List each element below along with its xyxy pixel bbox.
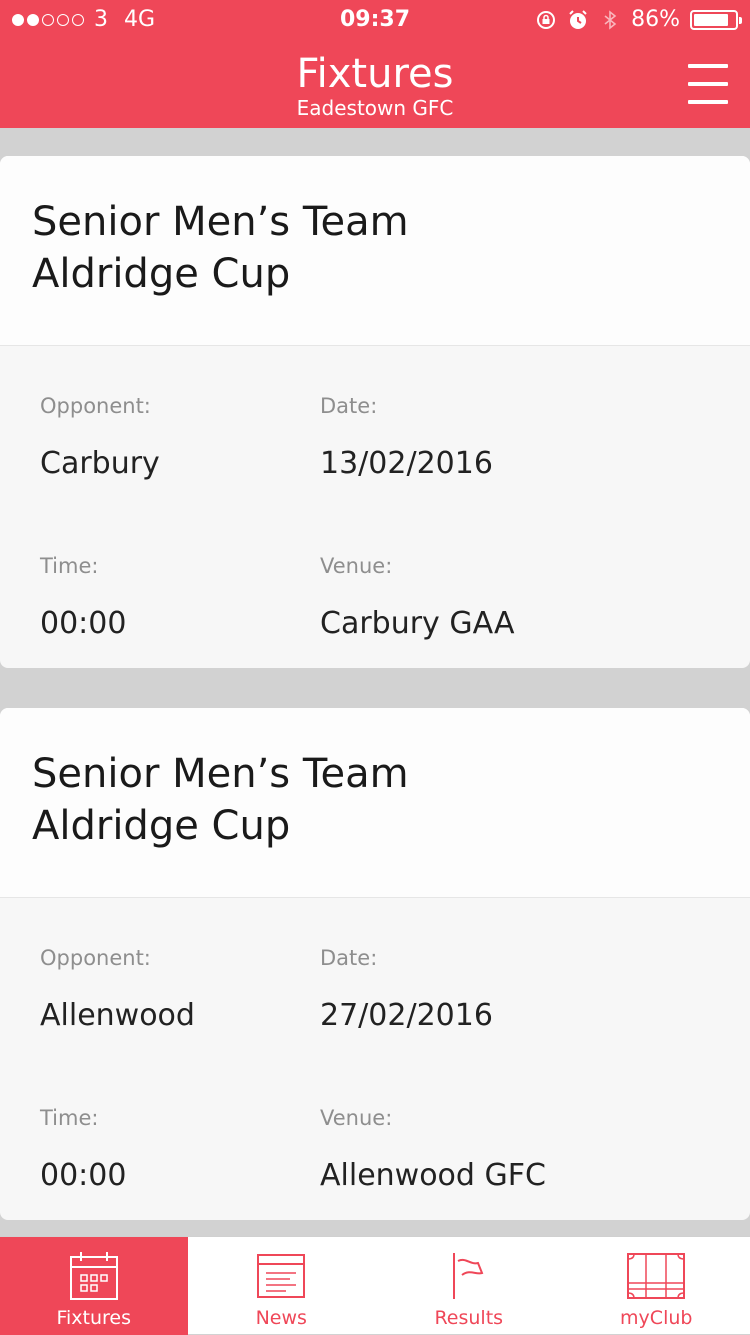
fixtures-list[interactable]: Senior Men’s Team Aldridge Cup Opponent:… <box>0 128 750 1236</box>
hamburger-menu-icon[interactable] <box>688 64 730 104</box>
rotation-lock-icon <box>535 9 557 31</box>
tab-label: Results <box>434 1307 503 1329</box>
fixture-competition: Aldridge Cup <box>32 248 718 300</box>
fixture-card[interactable]: Senior Men’s Team Aldridge Cup Opponent:… <box>0 156 750 668</box>
flag-icon <box>444 1251 494 1301</box>
fixture-card-header: Senior Men’s Team Aldridge Cup <box>0 708 750 898</box>
opponent-label: Opponent: <box>40 946 151 970</box>
opponent-value: Carbury <box>40 446 160 481</box>
tab-myclub[interactable]: myClub <box>563 1237 750 1335</box>
battery-icon <box>690 10 738 30</box>
opponent-value: Allenwood <box>40 998 195 1033</box>
tab-fixtures[interactable]: Fixtures <box>0 1237 188 1335</box>
venue-label: Venue: <box>320 1106 392 1130</box>
newspaper-icon <box>256 1251 306 1301</box>
fixture-card[interactable]: Senior Men’s Team Aldridge Cup Opponent:… <box>0 708 750 1220</box>
top-bar: 3 4G 09:37 86% Fixtures <box>0 0 750 128</box>
battery-level <box>694 14 728 26</box>
tab-news[interactable]: News <box>188 1237 376 1335</box>
fixture-team: Senior Men’s Team <box>32 748 718 800</box>
time-label: Time: <box>40 554 98 578</box>
status-bar: 3 4G 09:37 86% <box>0 0 750 40</box>
tab-label: Fixtures <box>56 1307 131 1329</box>
page-title: Fixtures <box>0 50 750 98</box>
opponent-label: Opponent: <box>40 394 151 418</box>
calendar-icon <box>69 1251 119 1301</box>
fixture-team: Senior Men’s Team <box>32 196 718 248</box>
venue-value: Carbury GAA <box>320 606 514 641</box>
bluetooth-icon <box>599 9 621 31</box>
fixture-card-details: Opponent: Allenwood Date: 27/02/2016 Tim… <box>0 898 750 1220</box>
pitch-icon <box>626 1251 686 1301</box>
date-label: Date: <box>320 394 377 418</box>
status-right: 86% <box>535 0 738 40</box>
tab-label: myClub <box>620 1307 692 1329</box>
time-value: 00:00 <box>40 1158 126 1193</box>
battery-percent: 86% <box>631 0 680 40</box>
venue-value: Allenwood GFC <box>320 1158 546 1193</box>
time-value: 00:00 <box>40 606 126 641</box>
venue-label: Venue: <box>320 554 392 578</box>
date-value: 27/02/2016 <box>320 998 493 1033</box>
fixture-card-details: Opponent: Carbury Date: 13/02/2016 Time:… <box>0 346 750 668</box>
tab-label: News <box>256 1307 307 1329</box>
time-label: Time: <box>40 1106 98 1130</box>
date-value: 13/02/2016 <box>320 446 493 481</box>
page-subtitle: Eadestown GFC <box>0 96 750 120</box>
tab-results[interactable]: Results <box>375 1237 563 1335</box>
tab-bar: Fixtures News Results myClub <box>0 1236 750 1334</box>
date-label: Date: <box>320 946 377 970</box>
fixture-competition: Aldridge Cup <box>32 800 718 852</box>
fixture-card-header: Senior Men’s Team Aldridge Cup <box>0 156 750 346</box>
alarm-icon <box>567 9 589 31</box>
